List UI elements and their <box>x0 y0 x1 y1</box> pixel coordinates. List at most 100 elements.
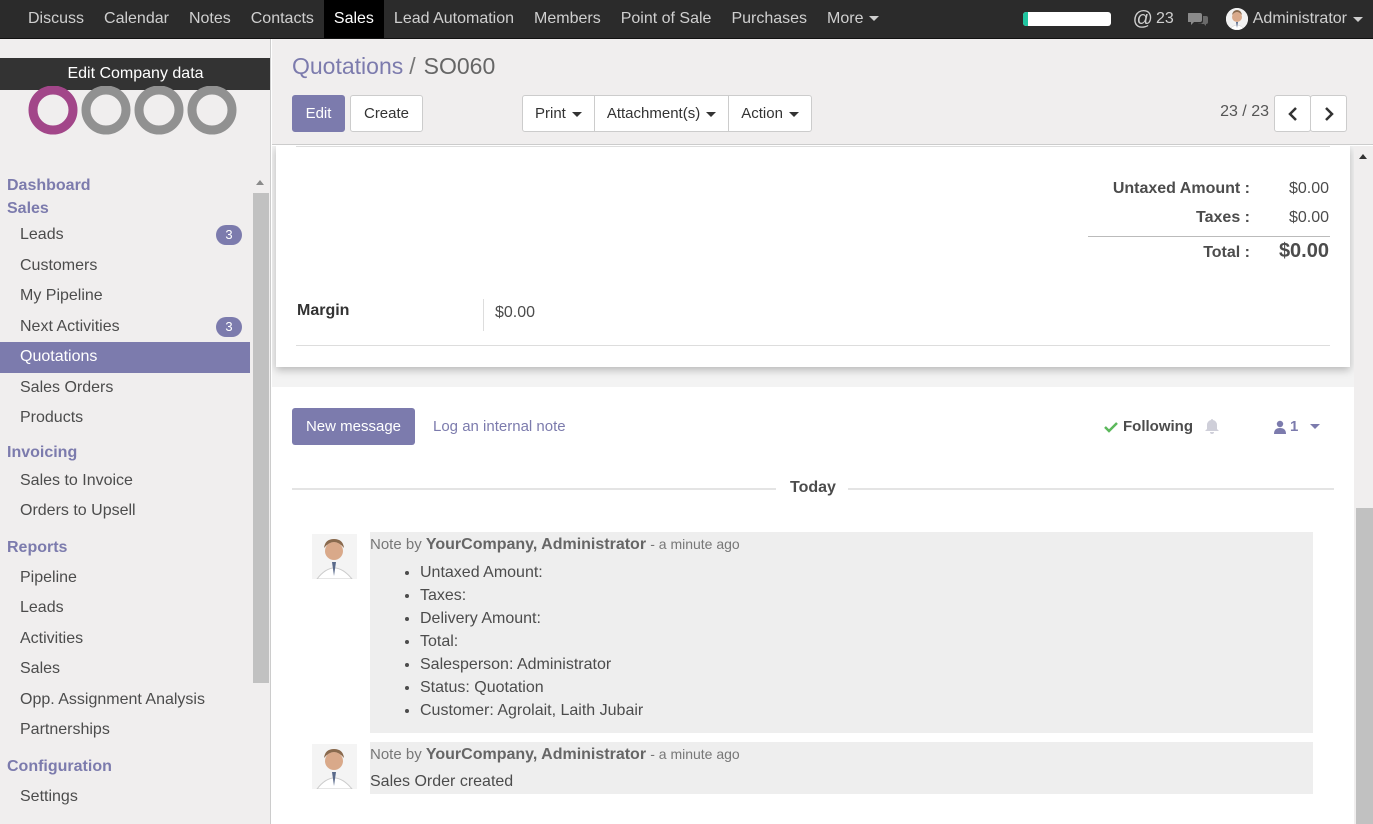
caret-down-icon <box>869 16 880 22</box>
next-activities-count-badge: 3 <box>216 316 242 337</box>
systray: @ 23 Administrator <box>1022 0 1373 38</box>
form-content: Untaxed Amount : $0.00 Taxes : $0.00 Tot… <box>272 146 1373 824</box>
scrollbar-thumb[interactable] <box>1356 508 1373 824</box>
action-dropdown[interactable]: Action <box>729 96 811 131</box>
message-author[interactable]: YourCompany, Administrator <box>426 746 646 763</box>
sidebar: Edit Company data Dashboard Sales Leads 3… <box>0 39 271 824</box>
menu-sales[interactable]: Sales <box>323 0 384 38</box>
sidebar-actions: Print Attachment(s) Action <box>522 95 812 132</box>
breadcrumb-current: SO060 <box>423 53 496 79</box>
taxes-label: Taxes : <box>1196 209 1250 226</box>
scrollbar-thumb[interactable] <box>253 193 269 683</box>
pager-value[interactable]: 23 / 23 <box>1220 103 1269 121</box>
message-author-avatar[interactable] <box>312 534 357 579</box>
margin-label: Margin <box>297 302 350 319</box>
chevron-right-icon <box>1325 107 1334 121</box>
log-internal-note-button[interactable]: Log an internal note <box>433 418 566 435</box>
menu-purchases[interactable]: Purchases <box>721 0 817 38</box>
form-sheet: Untaxed Amount : $0.00 Taxes : $0.00 Tot… <box>276 146 1350 367</box>
sidebar-item-report-sales[interactable]: Sales <box>0 654 250 685</box>
untaxed-amount-label: Untaxed Amount : <box>1112 180 1250 197</box>
sidebar-section-reports[interactable]: Reports <box>0 527 250 563</box>
menu-more-label: More <box>827 10 864 27</box>
message-item: Note by YourCompany, Administrator - a m… <box>370 742 1313 794</box>
sidebar-item-sales-orders[interactable]: Sales Orders <box>0 373 250 404</box>
menu-point-of-sale[interactable]: Point of Sale <box>611 0 722 38</box>
message-item: Note by YourCompany, Administrator - a m… <box>370 532 1313 733</box>
menu-discuss[interactable]: Discuss <box>18 0 94 38</box>
sidebar-item-settings[interactable]: Settings <box>0 782 250 813</box>
sidebar-section-dashboard[interactable]: Dashboard <box>0 174 250 197</box>
sidebar-item-opp-assignment-analysis[interactable]: Opp. Assignment Analysis <box>0 685 250 716</box>
sidebar-section-configuration[interactable]: Configuration <box>0 746 250 782</box>
sidebar-section-sales[interactable]: Sales <box>0 197 250 220</box>
sidebar-item-quotations[interactable]: Quotations <box>0 342 250 373</box>
list-item: Status: Quotation <box>420 676 643 699</box>
sidebar-item-label: Leads <box>20 226 64 243</box>
sidebar-item-report-leads[interactable]: Leads <box>0 593 250 624</box>
at-icon: @ <box>1132 7 1153 30</box>
edit-button[interactable]: Edit <box>292 95 345 132</box>
new-message-button[interactable]: New message <box>292 408 415 445</box>
odoo-logo <box>28 86 237 135</box>
content-scrollbar[interactable] <box>1354 146 1373 824</box>
control-panel: Quotations / SO060 Edit Create Print Attac… <box>272 39 1373 145</box>
scroll-up-arrow-icon[interactable] <box>1359 154 1367 159</box>
leads-count-badge: 3 <box>216 225 242 245</box>
print-label: Print <box>535 105 566 122</box>
menu-more[interactable]: More <box>817 0 889 38</box>
message-author-avatar[interactable] <box>312 744 357 789</box>
progress-fill <box>1022 12 1028 26</box>
pager-next-button[interactable] <box>1310 95 1347 132</box>
message-header: Note by YourCompany, Administrator - a m… <box>370 536 740 554</box>
caret-down-icon <box>1353 16 1363 22</box>
sidebar-item-partnerships[interactable]: Partnerships <box>0 715 250 746</box>
menu-calendar[interactable]: Calendar <box>94 0 179 38</box>
message-time: - a minute ago <box>650 536 740 552</box>
menu-contacts[interactable]: Contacts <box>241 0 324 38</box>
divider <box>296 146 1330 147</box>
sidebar-item-my-pipeline[interactable]: My Pipeline <box>0 281 250 312</box>
followers-button[interactable]: 1 <box>1274 418 1321 435</box>
following-button[interactable]: Following <box>1104 418 1193 435</box>
sidebar-scrollbar[interactable] <box>251 175 270 824</box>
caret-down-icon <box>706 111 717 117</box>
sidebar-item-orders-to-upsell[interactable]: Orders to Upsell <box>0 496 250 527</box>
attachments-label: Attachment(s) <box>606 105 701 122</box>
pager-previous-button[interactable] <box>1274 95 1311 132</box>
sidebar-item-label: Next Activities <box>20 317 120 335</box>
caret-down-icon <box>788 111 799 117</box>
bell-icon[interactable] <box>1204 418 1220 434</box>
message-prefix: Note by <box>370 746 422 763</box>
sidebar-item-report-pipeline[interactable]: Pipeline <box>0 563 250 594</box>
planner-progress-bar[interactable] <box>1022 12 1111 26</box>
top-navbar: Discuss Calendar Notes Contacts Sales Le… <box>0 0 1373 39</box>
sidebar-section-invoicing[interactable]: Invoicing <box>0 434 250 466</box>
caret-down-icon <box>1310 424 1321 429</box>
menu-members[interactable]: Members <box>524 0 611 38</box>
menu-lead-automation[interactable]: Lead Automation <box>384 0 524 38</box>
list-item: Customer: Agrolait, Laith Jubair <box>420 699 643 722</box>
user-menu[interactable]: Administrator <box>1225 8 1363 30</box>
message-author[interactable]: YourCompany, Administrator <box>426 536 646 553</box>
menu-notes[interactable]: Notes <box>179 0 241 38</box>
date-separator-today: Today <box>790 479 836 496</box>
attachments-dropdown[interactable]: Attachment(s) <box>595 96 730 131</box>
scroll-up-arrow-icon[interactable] <box>256 180 264 185</box>
sidebar-item-report-activities[interactable]: Activities <box>0 624 250 655</box>
breadcrumb-separator: / <box>409 53 416 79</box>
chat-bubbles-icon[interactable] <box>1187 11 1208 27</box>
list-item: Taxes: <box>420 584 643 607</box>
sidebar-item-customers[interactable]: Customers <box>0 251 250 282</box>
sidebar-item-next-activities[interactable]: Next Activities 3 <box>0 312 250 343</box>
breadcrumb-quotations[interactable]: Quotations <box>292 53 403 79</box>
user-avatar <box>1225 8 1248 30</box>
sidebar-item-sales-to-invoice[interactable]: Sales to Invoice <box>0 466 250 497</box>
create-button[interactable]: Create <box>350 95 423 132</box>
print-dropdown[interactable]: Print <box>523 96 595 131</box>
mentions-button[interactable]: @ 23 <box>1133 8 1174 31</box>
taxes-value: $0.00 <box>1288 209 1329 226</box>
list-item: Untaxed Amount: <box>420 561 643 584</box>
sidebar-item-products[interactable]: Products <box>0 403 250 434</box>
sidebar-item-leads[interactable]: Leads 3 <box>0 220 250 251</box>
